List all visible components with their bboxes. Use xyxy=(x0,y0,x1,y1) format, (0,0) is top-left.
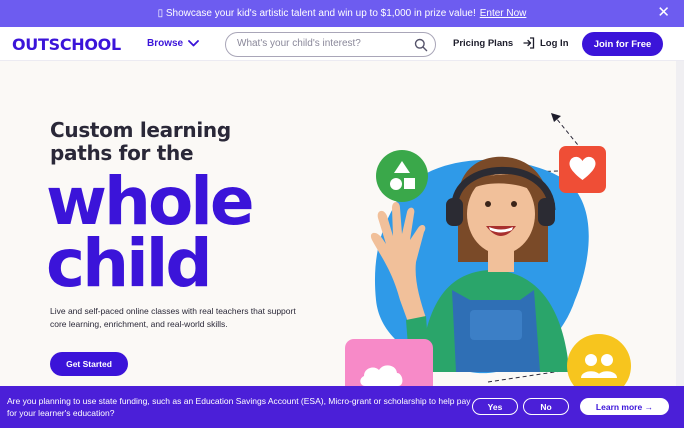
login-icon xyxy=(523,37,535,49)
hero-subheading: Custom learning paths for the xyxy=(50,119,231,165)
banner-text: Are you planning to use state funding, s… xyxy=(7,396,471,418)
hero-line-2: paths for the xyxy=(50,141,194,165)
promo-text: ▯ Showcase your kid's artistic talent an… xyxy=(157,8,476,19)
hero-line-1: Custom learning xyxy=(50,118,231,142)
hero-blob xyxy=(374,159,589,374)
girl-photo xyxy=(370,156,568,372)
pricing-plans-link[interactable]: Pricing Plans xyxy=(453,38,513,49)
join-free-button[interactable]: Join for Free xyxy=(582,32,663,56)
browse-label: Browse xyxy=(147,38,184,49)
banner-yes-button[interactable]: Yes xyxy=(472,398,518,415)
hero-description: Live and self-paced online classes with … xyxy=(50,306,296,329)
promo-enter-link[interactable]: Enter Now xyxy=(480,8,527,19)
shapes-icon xyxy=(376,150,428,202)
search-input[interactable] xyxy=(237,38,412,49)
hero-heading: whole child xyxy=(46,163,255,302)
close-icon[interactable]: ✕ xyxy=(657,5,670,21)
get-started-button[interactable]: Get Started xyxy=(50,352,128,376)
dashed-connectors xyxy=(419,117,583,383)
search-box xyxy=(225,32,436,57)
learn-more-button[interactable]: Learn more → xyxy=(580,398,669,415)
login-label: Log In xyxy=(540,37,569,49)
outschool-logo[interactable]: OUTSCHOOL xyxy=(12,35,121,54)
hero-big-2: child xyxy=(46,225,213,302)
login-link[interactable]: Log In xyxy=(523,37,569,49)
search-icon[interactable] xyxy=(414,38,428,52)
top-nav: OUTSCHOOL Browse Pricing Plans Log In Jo… xyxy=(0,27,684,61)
heart-icon xyxy=(559,146,606,193)
page-scrollbar[interactable] xyxy=(676,61,684,386)
arrow-icon xyxy=(551,113,561,122)
chevron-down-icon xyxy=(188,40,200,47)
browse-menu[interactable]: Browse xyxy=(147,38,200,49)
banner-no-button[interactable]: No xyxy=(523,398,569,415)
promo-bar: ▯ Showcase your kid's artistic talent an… xyxy=(0,0,684,27)
hero-big-1: whole xyxy=(46,163,255,240)
esa-funding-banner: Are you planning to use state funding, s… xyxy=(0,386,684,428)
